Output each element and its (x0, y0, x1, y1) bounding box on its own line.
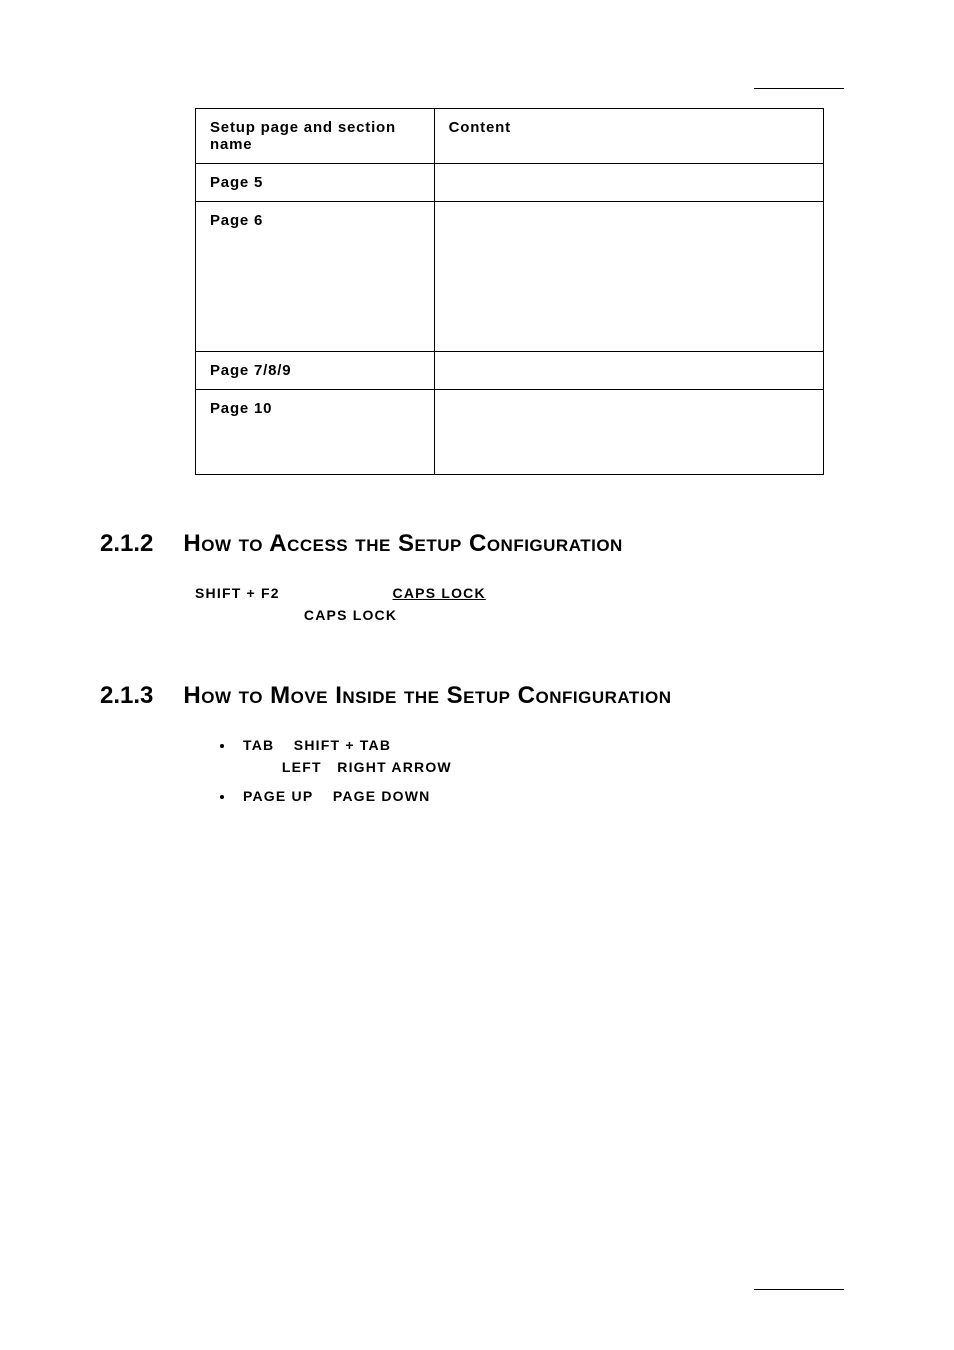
th-content: Content (434, 109, 823, 164)
bottom-rule (754, 1289, 844, 1290)
key-right-arrow: RIGHT ARROW (337, 759, 452, 775)
cell-page-label: Page 5 (196, 164, 435, 202)
list-item: TAB SHIFT + TAB LEFT RIGHT ARROW (235, 734, 824, 779)
key-left: LEFT (282, 759, 322, 775)
key-shift-tab: SHIFT + TAB (294, 737, 391, 753)
table-row: Page 5 (196, 164, 824, 202)
section-2-1-2-body: SHIFT + F2 CAPS LOCK CAPS LOCK (195, 582, 824, 627)
cell-content (434, 352, 823, 390)
cell-content (434, 202, 823, 352)
section-title: How to Move Inside the Setup Configurati… (183, 682, 671, 710)
table-row: Page 10 (196, 390, 824, 475)
cell-page-label: Page 10 (196, 390, 435, 475)
section-number: 2.1.3 (100, 682, 153, 710)
key-tab: TAB (243, 737, 274, 753)
cell-content (434, 164, 823, 202)
cell-page-label: Page 7/8/9 (196, 352, 435, 390)
section-heading-2-1-2: 2.1.2 How to Access the Setup Configurat… (100, 530, 854, 558)
table-row: Page 6 (196, 202, 824, 352)
top-rule (754, 88, 844, 89)
section-title: How to Access the Setup Configuration (183, 530, 622, 558)
section-2-1-3-list: TAB SHIFT + TAB LEFT RIGHT ARROW PAGE UP… (235, 734, 824, 807)
setup-pages-table: Setup page and section name Content Page… (195, 108, 824, 475)
list-item: PAGE UP PAGE DOWN (235, 785, 824, 807)
key-page-up: PAGE UP (243, 788, 313, 804)
cell-content (434, 390, 823, 475)
cell-page-label: Page 6 (196, 202, 435, 352)
key-caps-lock-underlined: CAPS LOCK (393, 585, 486, 601)
table-row: Page 7/8/9 (196, 352, 824, 390)
key-page-down: PAGE DOWN (333, 788, 431, 804)
th-setup-page: Setup page and section name (196, 109, 435, 164)
key-caps-lock: CAPS LOCK (304, 607, 397, 623)
section-number: 2.1.2 (100, 530, 153, 558)
key-shift-f2: SHIFT + F2 (195, 585, 280, 601)
section-heading-2-1-3: 2.1.3 How to Move Inside the Setup Confi… (100, 682, 854, 710)
